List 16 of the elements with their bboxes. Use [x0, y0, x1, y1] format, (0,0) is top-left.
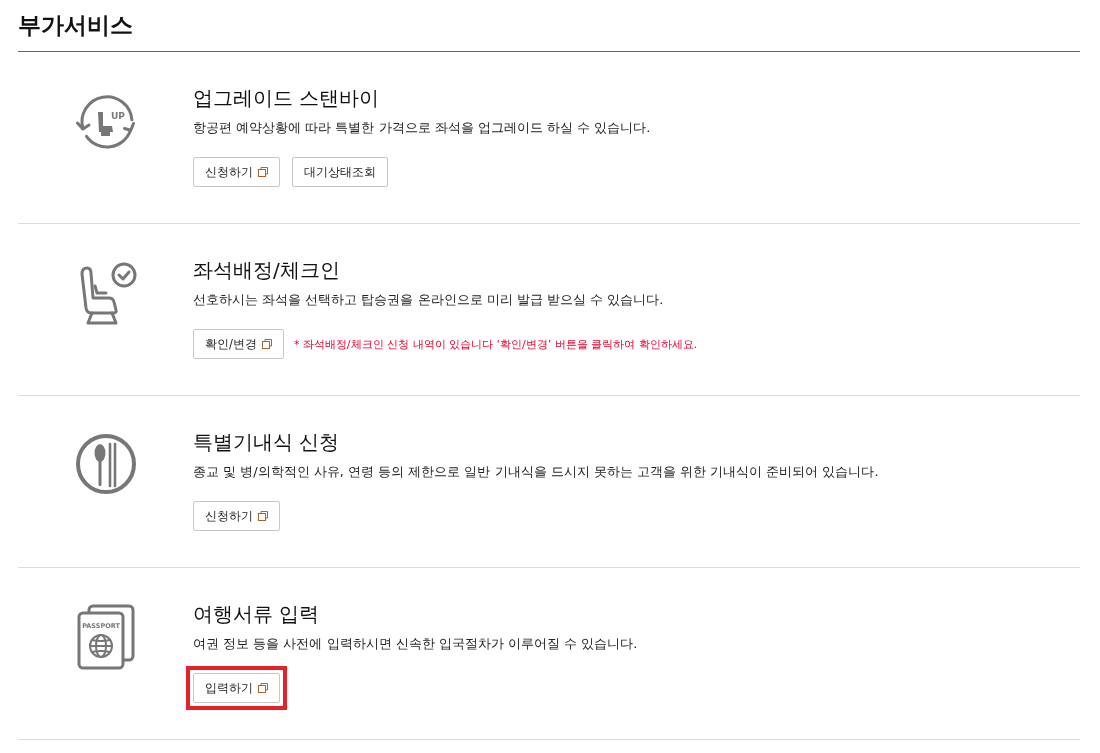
action-button[interactable]: 입력하기 — [193, 673, 280, 703]
action-button[interactable]: 신청하기 — [193, 157, 280, 187]
service-description: 항공편 예약상황에 따라 특별한 가격으로 좌석을 업그레이드 하실 수 있습니다. — [193, 119, 651, 137]
action-button[interactable]: 신청하기 — [193, 501, 280, 531]
service-title: 업그레이드 스탠바이 — [193, 86, 381, 110]
service-description: 여권 정보 등을 사전에 입력하시면 신속한 입국절차가 이루어질 수 있습니다. — [193, 635, 638, 653]
icon-label: UP — [111, 111, 125, 121]
action-button[interactable]: 확인/변경 — [193, 329, 284, 359]
service-title: 좌석배정/체크인 — [193, 258, 341, 282]
service-title: 특별기내식 신청 — [193, 430, 341, 454]
service-description: 종교 및 병/의학적인 사유, 연령 등의 제한으로 일반 기내식을 드시지 못하는 고객을 위한 기내식이 준비되어 있습니다. — [193, 463, 879, 481]
notice-text: * 좌석배정/체크인 신청 내역이 있습니다 ‘확인/변경’ 버튼을 클릭하여 확인하세요. — [293, 336, 698, 352]
page-title: 부가서비스 — [18, 11, 133, 40]
action-button[interactable]: 대기상태조회 — [292, 157, 388, 187]
service-title: 여행서류 입력 — [193, 602, 321, 626]
service-description: 선호하시는 좌석을 선택하고 탑승권을 온라인으로 미리 발급 받으실 수 있습니다. — [193, 291, 665, 309]
